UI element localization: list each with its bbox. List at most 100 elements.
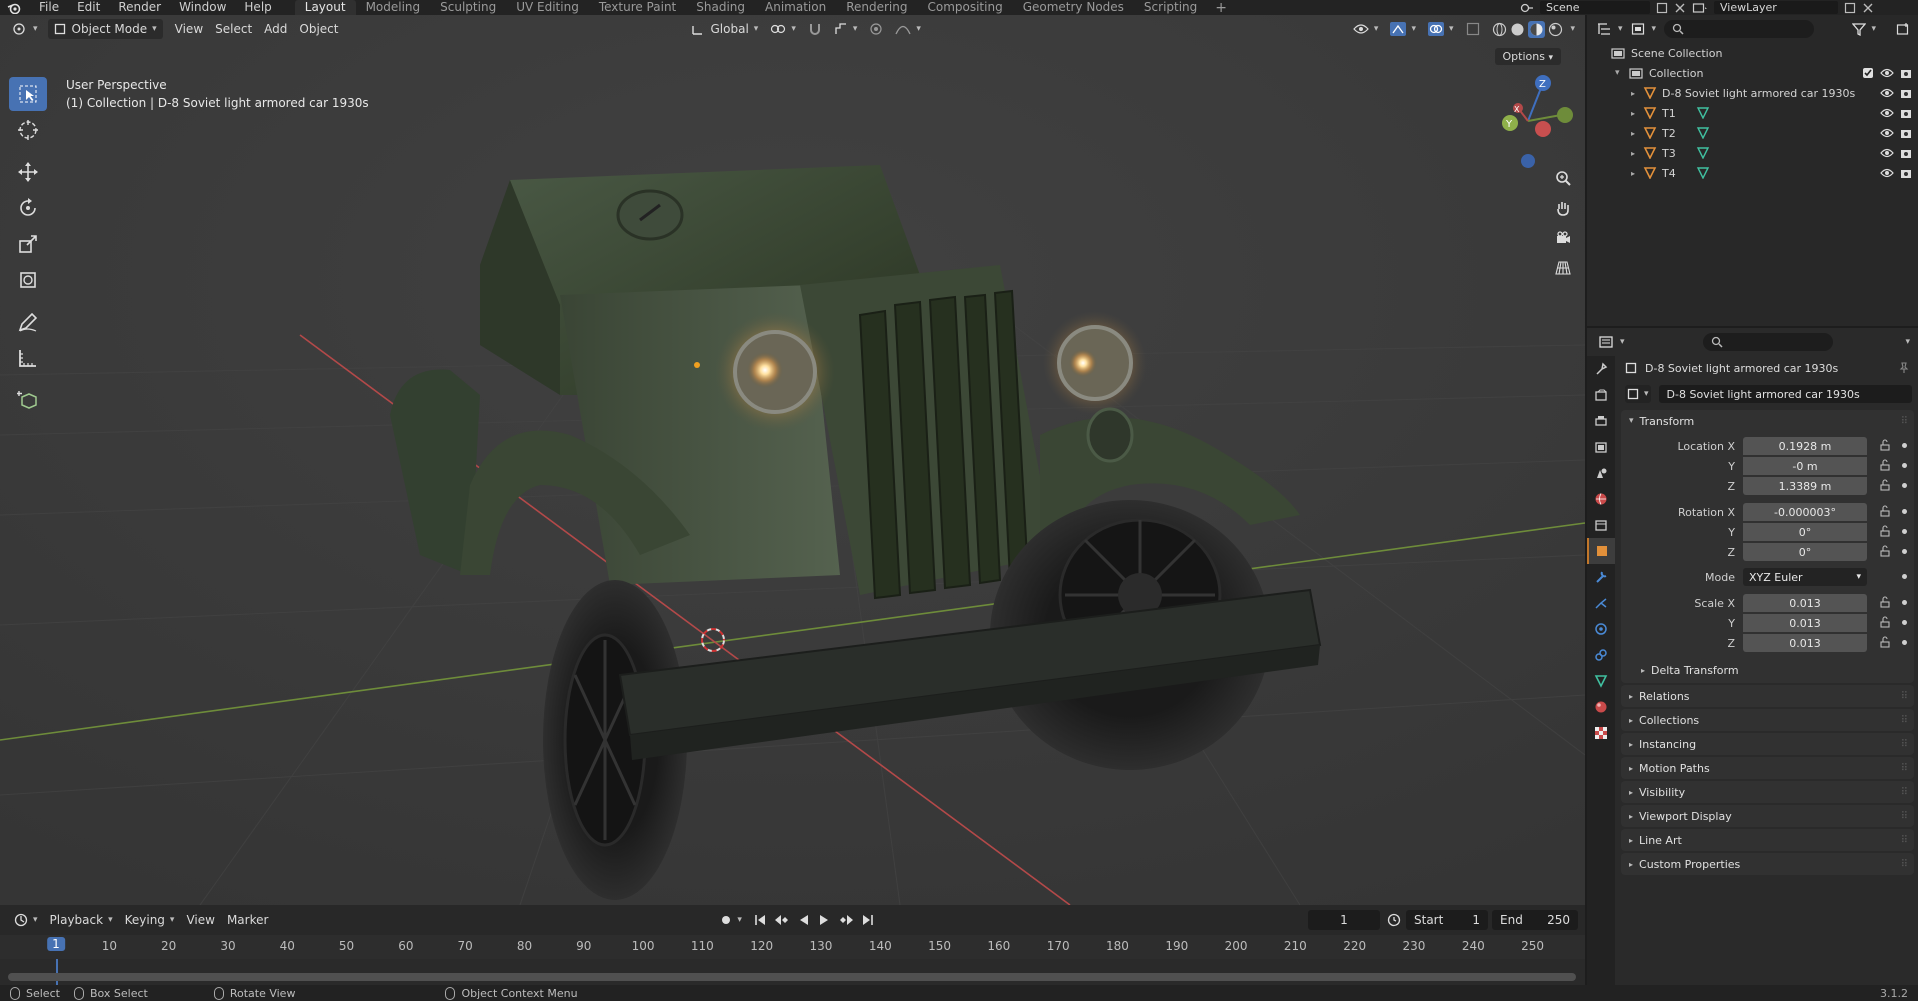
rotation-z-field[interactable]: 0° [1743,543,1867,561]
keyframe-dot-icon[interactable] [1902,483,1907,488]
custom-properties-panel-header[interactable]: ▸ Custom Properties ⠿ [1621,853,1914,875]
tab-modeling[interactable]: Modeling [356,0,431,15]
proportional-editing-toggle[interactable] [863,19,889,39]
visibility-eye-icon[interactable] [1880,147,1894,159]
tab-constraints[interactable] [1587,642,1615,668]
properties-editor-type-button[interactable]: ▾ [1599,332,1625,352]
tab-sculpting[interactable]: Sculpting [430,0,506,15]
perspective-toggle-button[interactable] [1550,255,1576,281]
outliner-object-row[interactable]: ▸ D-8 Soviet light armored car 1930s [1587,83,1918,103]
visibility-eye-icon[interactable] [1880,67,1894,79]
expand-arrow-icon[interactable]: ▾ [1615,68,1629,78]
lock-icon[interactable] [1879,505,1891,517]
scale-x-field[interactable]: 0.013 [1743,594,1867,612]
zoom-button[interactable] [1550,165,1576,191]
tab-particles[interactable] [1587,590,1615,616]
drag-grip-icon[interactable]: ⠿ [1901,416,1908,427]
auto-keying-toggle[interactable]: ▾ [714,910,748,930]
render-camera-icon[interactable] [1900,87,1912,99]
object-mode-dropdown[interactable]: Object Mode ▾ [47,19,163,39]
pan-button[interactable] [1550,195,1576,221]
tab-render[interactable] [1587,382,1615,408]
menu-select[interactable]: Select [209,19,258,39]
lock-icon[interactable] [1879,545,1891,557]
render-camera-icon[interactable] [1900,147,1912,159]
timeline-view-menu[interactable]: View [180,910,220,930]
prev-keyframe-icon[interactable] [774,914,790,926]
rotation-x-field[interactable]: -0.000003° [1743,503,1867,521]
render-camera-icon[interactable] [1900,127,1912,139]
view-layer-field[interactable]: ViewLayer [1714,1,1838,14]
tab-material[interactable] [1587,694,1615,720]
timeline-ruler[interactable]: 1 10 20 30 40 50 60 70 80 90 100 110 120 130 140 150 16… [0,935,1585,959]
new-scene-icon[interactable] [1656,2,1668,14]
expand-arrow-icon[interactable]: ▸ [1631,109,1643,118]
visibility-eye-icon[interactable] [1880,87,1894,99]
tab-output[interactable] [1587,408,1615,434]
expand-arrow-icon[interactable]: ▸ [1631,169,1643,178]
tab-tool[interactable] [1587,356,1615,382]
timeline-track-area[interactable] [0,959,1585,985]
line-art-panel[interactable]: ▸ Line Art ⠿ [1621,829,1914,851]
menu-view[interactable]: View [169,19,209,39]
location-y-field[interactable]: -0 m [1743,457,1867,475]
outliner-object-row[interactable]: ▸ T2 [1587,123,1918,143]
render-camera-icon[interactable] [1900,67,1912,79]
keyframe-dot-icon[interactable] [1902,463,1907,468]
display-mode-dropdown[interactable]: ▾ [1631,19,1656,39]
playhead-frame-indicator[interactable]: 1 [47,937,65,951]
exclude-checkbox-icon[interactable] [1862,67,1874,79]
render-camera-icon[interactable] [1900,167,1912,179]
line-art-panel-header[interactable]: ▸ Line Art ⠿ [1621,829,1914,851]
collections-panel[interactable]: ▸ Collections ⠿ [1621,709,1914,731]
overlays-dropdown[interactable]: ▾ [1422,19,1460,39]
current-frame-field[interactable]: 1 [1308,910,1380,930]
3d-viewport[interactable]: ▾ Object Mode ▾ View Select Add Object G… [0,15,1585,905]
tab-world[interactable] [1587,486,1615,512]
add-workspace-button[interactable]: + [1207,0,1235,15]
snap-target-dropdown[interactable]: ▾ [828,19,864,39]
pin-icon[interactable] [1898,362,1910,374]
lock-icon[interactable] [1879,525,1891,537]
keyframe-dot-icon[interactable] [1902,443,1907,448]
expand-arrow-icon[interactable]: ▸ [1631,149,1643,158]
play-icon[interactable] [818,914,830,926]
keyframe-dot-icon[interactable] [1902,549,1907,554]
tab-collection[interactable] [1587,512,1615,538]
object-browse-button[interactable]: ▾ [1625,385,1651,403]
gizmos-dropdown[interactable]: ▾ [1384,19,1422,39]
tab-animation[interactable]: Animation [755,0,836,15]
select-box-tool[interactable] [9,77,47,111]
scale-z-field[interactable]: 0.013 [1743,634,1867,652]
visibility-eye-icon[interactable] [1880,167,1894,179]
solid-shading-icon[interactable] [1510,22,1525,37]
play-reverse-icon[interactable] [798,914,810,926]
keyframe-dot-icon[interactable] [1902,529,1907,534]
scene-field[interactable]: Scene [1540,1,1650,14]
transform-orientation-dropdown[interactable]: Global ▾ [685,19,765,39]
menu-file[interactable]: File [30,0,68,15]
keying-menu[interactable]: Keying ▾ [119,910,181,930]
menu-add[interactable]: Add [258,19,293,39]
drag-grip-icon[interactable]: ⠿ [1901,859,1908,870]
drag-grip-icon[interactable]: ⠿ [1901,763,1908,774]
instancing-panel[interactable]: ▸ Instancing ⠿ [1621,733,1914,755]
viewport-scene[interactable] [0,15,1585,905]
expand-arrow-icon[interactable]: ▸ [1631,89,1643,98]
viewport-display-panel-header[interactable]: ▸ Viewport Display ⠿ [1621,805,1914,827]
outliner-editor-type-button[interactable]: ▾ [1597,19,1623,39]
editor-type-button[interactable]: ▾ [6,19,44,39]
keyframe-dot-icon[interactable] [1902,640,1907,645]
menu-object[interactable]: Object [293,19,344,39]
drag-grip-icon[interactable]: ⠿ [1901,715,1908,726]
menu-edit[interactable]: Edit [68,0,109,15]
delete-scene-icon[interactable] [1674,2,1686,14]
scale-tool[interactable] [9,227,47,261]
rotation-y-field[interactable]: 0° [1743,523,1867,541]
expand-arrow-icon[interactable]: ▸ [1631,129,1643,138]
wireframe-shading-icon[interactable] [1492,22,1507,37]
tab-physics[interactable] [1587,616,1615,642]
chevron-down-icon[interactable]: ▾ [1905,337,1910,347]
tab-compositing[interactable]: Compositing [917,0,1012,15]
tab-rendering[interactable]: Rendering [836,0,917,15]
